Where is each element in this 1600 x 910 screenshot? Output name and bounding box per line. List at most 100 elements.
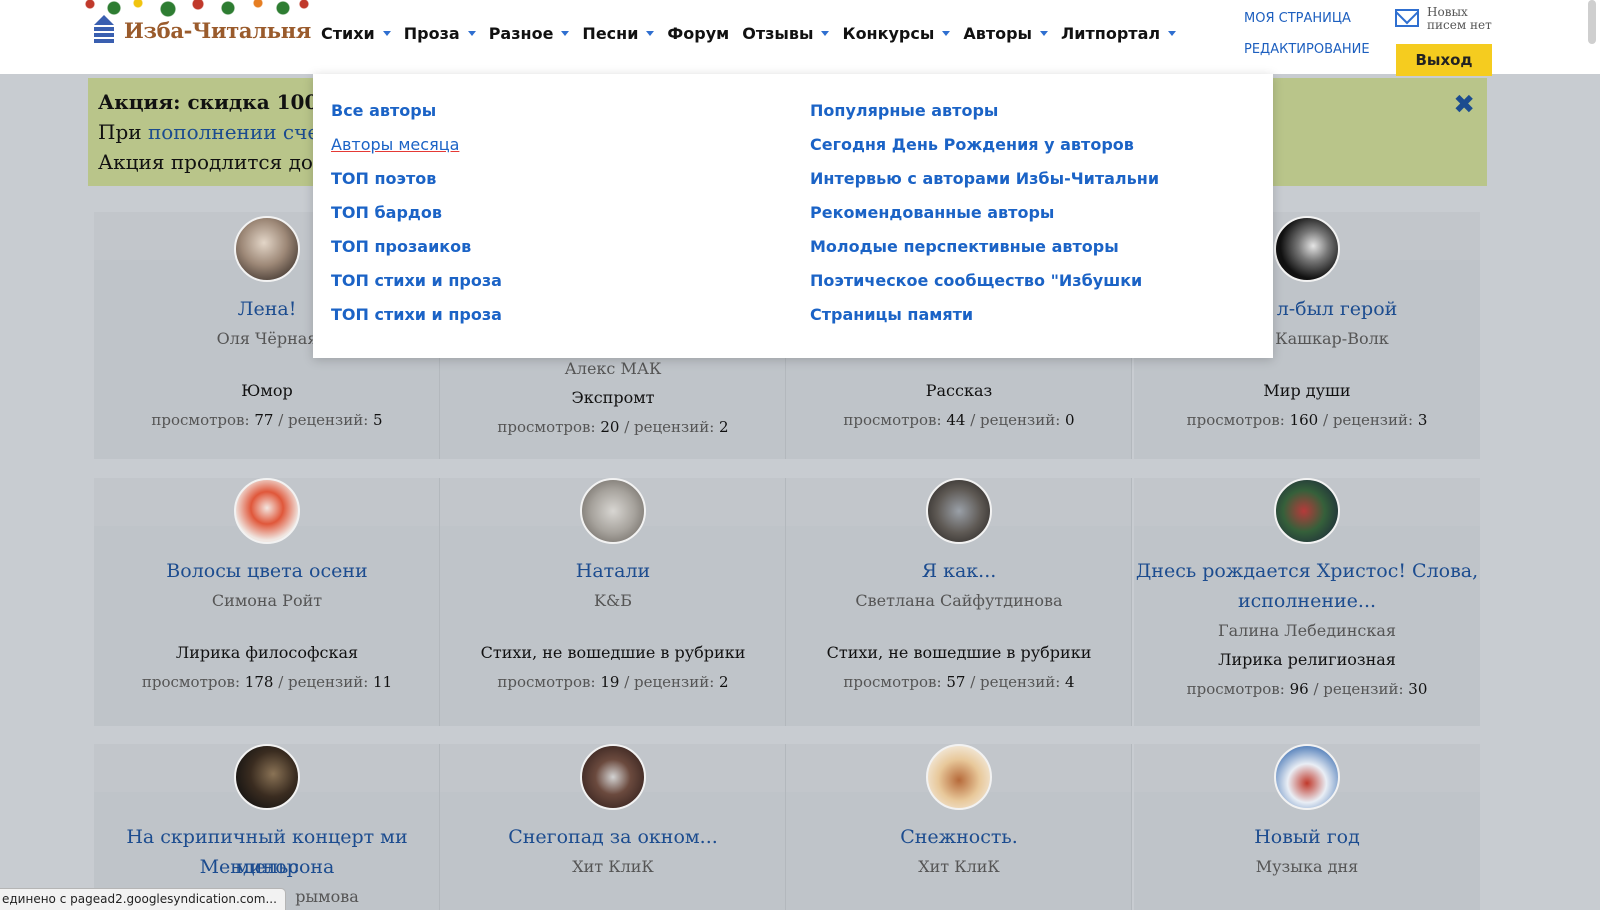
main-nav: Стихи Проза Разное Песни Форум Отзывы Ко… bbox=[321, 18, 1189, 48]
work-rubric: Лирика философская bbox=[175, 643, 359, 662]
views-label: просмотров: bbox=[1186, 680, 1285, 698]
menu-item-young-authors[interactable]: Молодые перспективные авторы bbox=[810, 234, 1159, 268]
nav-label: Форум bbox=[667, 23, 730, 43]
my-page-link[interactable]: МОЯ СТРАНИЦА bbox=[1244, 10, 1370, 41]
avatar[interactable] bbox=[234, 216, 300, 282]
nav-proza[interactable]: Проза bbox=[404, 24, 476, 43]
views-count: 20 bbox=[600, 418, 620, 436]
scrollbar[interactable] bbox=[1588, 0, 1596, 44]
nav-avtory[interactable]: Авторы bbox=[963, 23, 1049, 43]
work-title[interactable]: Натали bbox=[440, 556, 786, 586]
dropdown-column-right: Популярные авторы Сегодня День Рождения … bbox=[810, 98, 1159, 336]
work-author[interactable]: Светлана Сайфутдинова bbox=[786, 586, 1132, 616]
work-card: Снегопад за окном... Хит КлиК bbox=[440, 744, 786, 910]
work-stats: просмотров: 20 / рецензий: 2 bbox=[440, 412, 786, 442]
work-author[interactable]: Галина Лебединская bbox=[1134, 616, 1480, 646]
nav-raznoe[interactable]: Разное bbox=[489, 24, 570, 43]
work-card: Волосы цвета осени Симона Ройт Лирика фи… bbox=[94, 478, 440, 726]
mail-icon[interactable] bbox=[1395, 9, 1419, 27]
edit-link[interactable]: РЕДАКТИРОВАНИЕ bbox=[1244, 41, 1370, 72]
nav-otzyvy[interactable]: Отзывы bbox=[742, 24, 830, 43]
avatar[interactable] bbox=[1274, 478, 1340, 544]
nav-litportal[interactable]: Литпортал bbox=[1061, 24, 1177, 43]
menu-item-top-prose[interactable]: ТОП прозаиков bbox=[331, 234, 502, 268]
work-stats: просмотров: 96 / рецензий: 30 bbox=[1134, 674, 1480, 704]
work-author[interactable]: Алекс МАК bbox=[440, 354, 786, 384]
work-author[interactable]: Музыка дня bbox=[1134, 852, 1480, 882]
nav-konkursy[interactable]: Конкурсы bbox=[842, 23, 951, 43]
nav-stihi[interactable]: Стихи bbox=[321, 24, 391, 43]
mail-widget[interactable]: Новых писем нет bbox=[1395, 6, 1492, 32]
views-label: просмотров: bbox=[1186, 411, 1285, 429]
caret-down-icon bbox=[821, 30, 830, 36]
nav-label: Конкурсы bbox=[842, 23, 935, 43]
menu-item-birthdays[interactable]: Сегодня День Рождения у авторов bbox=[810, 132, 1159, 166]
avatar[interactable] bbox=[926, 744, 992, 810]
nav-forum[interactable]: Форум bbox=[667, 24, 729, 43]
reviews-label: рецензий: bbox=[1323, 680, 1404, 698]
work-rubric: Стихи, не вошедшие в рубрики bbox=[480, 643, 746, 662]
reviews-count: 3 bbox=[1417, 411, 1428, 429]
menu-item-authors-of-month[interactable]: Авторы месяца bbox=[331, 132, 502, 166]
work-card: Натали K&Б Стихи, не вошедшие в рубрики … bbox=[440, 478, 786, 726]
menu-item-top-poets[interactable]: ТОП поэтов bbox=[331, 166, 502, 200]
work-author[interactable]: K&Б bbox=[440, 586, 786, 616]
reviews-count: 4 bbox=[1065, 673, 1075, 691]
stats-separator: / bbox=[619, 418, 635, 436]
work-title[interactable]: Я как... bbox=[786, 556, 1132, 586]
views-label: просмотров: bbox=[843, 411, 942, 429]
stats-separator: / bbox=[273, 673, 289, 691]
avatar[interactable] bbox=[1274, 744, 1340, 810]
avatar[interactable] bbox=[926, 478, 992, 544]
views-label: просмотров: bbox=[151, 411, 250, 429]
work-author[interactable]: Хит КлиК bbox=[786, 852, 1132, 882]
work-title-line2[interactable]: Мендельсона bbox=[94, 852, 440, 882]
work-stats: просмотров: 77 / рецензий: 5 bbox=[94, 405, 440, 435]
work-rubric: Рассказ bbox=[925, 381, 993, 400]
views-count: 57 bbox=[946, 673, 966, 691]
work-title[interactable]: Снежность. bbox=[786, 822, 1132, 852]
reviews-label: рецензий: bbox=[288, 411, 369, 429]
caret-down-icon bbox=[467, 30, 476, 36]
work-author[interactable]: Хит КлиК bbox=[440, 852, 786, 882]
close-icon[interactable]: ✖ bbox=[1453, 90, 1475, 120]
site-logo[interactable]: Изба-Читальня bbox=[92, 14, 311, 46]
menu-item-community[interactable]: Поэтическое сообщество "Избушки bbox=[810, 268, 1159, 302]
menu-item-recommended[interactable]: Рекомендованные авторы bbox=[810, 200, 1159, 234]
work-title[interactable]: Снегопад за окном... bbox=[440, 822, 786, 852]
dropdown-column-left: Все авторы Авторы месяца ТОП поэтов ТОП … bbox=[331, 98, 502, 336]
menu-item-popular-authors[interactable]: Популярные авторы bbox=[810, 98, 1159, 132]
work-card: На скрипичный концерт ми минор Мендельсо… bbox=[94, 744, 440, 910]
work-title[interactable]: Днесь рождается Христос! Слова, bbox=[1134, 556, 1480, 586]
reviews-count: 11 bbox=[373, 673, 393, 691]
work-card: Снежность. Хит КлиК bbox=[786, 744, 1132, 910]
menu-item-top-poetry-prose-2[interactable]: ТОП стихи и проза bbox=[331, 302, 502, 336]
logout-button[interactable]: Выход bbox=[1396, 44, 1492, 76]
stats-separator: / bbox=[1308, 680, 1324, 698]
views-count: 96 bbox=[1289, 680, 1309, 698]
avatar[interactable] bbox=[234, 478, 300, 544]
site-header: Изба-Читальня Стихи Проза Разное Песни Ф… bbox=[0, 0, 1600, 76]
work-rubric: Юмор bbox=[241, 381, 293, 400]
avatar[interactable] bbox=[580, 478, 646, 544]
avatar[interactable] bbox=[1274, 216, 1340, 282]
views-count: 19 bbox=[600, 673, 620, 691]
menu-item-all-authors[interactable]: Все авторы bbox=[331, 98, 502, 132]
menu-arrow-icon[interactable] bbox=[92, 15, 116, 45]
nav-pesni[interactable]: Песни bbox=[582, 24, 655, 43]
reviews-count: 30 bbox=[1408, 680, 1428, 698]
work-title[interactable]: Волосы цвета осени bbox=[94, 556, 440, 586]
work-stats: просмотров: 44 / рецензий: 0 bbox=[786, 405, 1132, 435]
work-title-line2[interactable]: исполнение... bbox=[1134, 586, 1480, 616]
work-author[interactable]: Симона Ройт bbox=[94, 586, 440, 616]
work-rubric: Мир души bbox=[1263, 381, 1351, 400]
avatar[interactable] bbox=[580, 744, 646, 810]
menu-item-memorial-pages[interactable]: Страницы памяти bbox=[810, 302, 1159, 336]
menu-item-top-poetry-prose[interactable]: ТОП стихи и проза bbox=[331, 268, 502, 302]
avatar[interactable] bbox=[234, 744, 300, 810]
menu-item-interviews[interactable]: Интервью с авторами Избы-Читальни bbox=[810, 166, 1159, 200]
nav-label: Авторы bbox=[963, 23, 1033, 43]
work-title[interactable]: Новый год bbox=[1134, 822, 1480, 852]
work-stats: просмотров: 57 / рецензий: 4 bbox=[786, 667, 1132, 697]
menu-item-top-bards[interactable]: ТОП бардов bbox=[331, 200, 502, 234]
